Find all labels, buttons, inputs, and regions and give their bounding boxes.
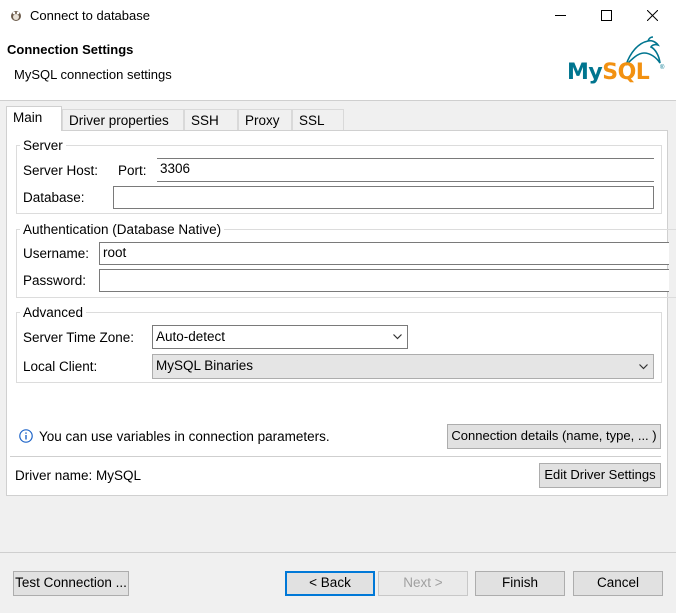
dbeaver-app-icon [11,11,21,21]
port-label: Port: [118,163,147,178]
username-input[interactable]: root [99,242,669,265]
connection-details-button[interactable]: Connection details (name, type, ... ) [447,424,661,449]
minimize-icon [554,15,566,16]
chevron-down-icon [393,334,402,340]
driver-name-text: Driver name: MySQL [15,468,142,483]
database-input[interactable] [113,186,654,209]
server-time-zone-select[interactable]: Auto-detect [152,325,408,349]
close-button[interactable] [629,0,675,31]
maximize-button[interactable] [583,0,629,31]
info-icon [19,429,33,443]
local-client-select[interactable]: MySQL Binaries [152,354,654,379]
tab-ssh[interactable]: SSH [184,109,238,131]
footer-separator [0,552,676,553]
close-icon [646,10,658,21]
server-host-label: Server Host: [23,163,99,178]
page-subtitle: MySQL connection settings [14,67,172,82]
back-button[interactable]: < Back [285,571,375,596]
main-tab-panel: Server Server Host: Port: 3306 Database:… [6,130,676,496]
password-label: Password: [23,273,87,288]
local-client-label: Local Client: [23,359,98,374]
chevron-down-icon [639,364,648,370]
database-label: Database: [23,190,85,205]
tab-ssl[interactable]: SSL [292,109,344,131]
authentication-legend: Authentication (Database Native) [20,222,225,237]
port-input[interactable]: 3306 [157,158,654,182]
advanced-legend: Advanced [20,305,87,320]
test-connection-button[interactable]: Test Connection ... [13,571,129,596]
server-legend: Server [20,138,66,153]
title-bar: Connect to database [0,0,676,31]
wizard-header: Connection Settings MySQL connection set… [0,31,676,101]
tab-main[interactable]: Main [6,106,62,131]
page-title: Connection Settings [7,42,134,57]
mysql-logo: MySQL ® [566,35,666,95]
username-label: Username: [23,246,90,261]
finish-button[interactable]: Finish [475,571,565,596]
tab-driver-properties[interactable]: Driver properties [62,109,184,131]
variables-info-text: You can use variables in connection para… [39,429,330,444]
server-time-zone-label: Server Time Zone: [23,330,135,345]
tab-proxy[interactable]: Proxy [238,109,292,131]
cancel-button[interactable]: Cancel [573,571,663,596]
next-button[interactable]: Next > [378,571,468,596]
password-input[interactable] [99,269,669,292]
edit-driver-settings-button[interactable]: Edit Driver Settings [539,463,661,488]
separator [10,456,661,457]
window-title: Connect to database [30,8,150,23]
maximize-icon [600,10,612,21]
minimize-button[interactable] [537,0,583,31]
